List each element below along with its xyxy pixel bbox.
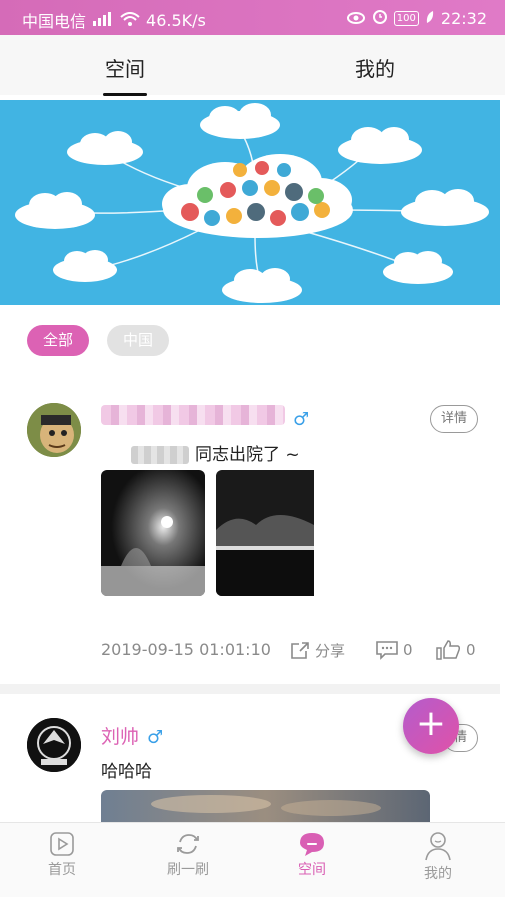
comment-icon: [376, 641, 398, 660]
network-speed: 46.5K/s: [146, 10, 206, 30]
post-content-text: 哈哈哈: [101, 762, 152, 782]
like-count: 0: [466, 641, 476, 659]
shield-logo-avatar: [27, 718, 81, 772]
nav-item-space[interactable]: 空间: [272, 831, 352, 879]
battery-level: 100: [393, 10, 419, 26]
refresh-icon: [177, 834, 199, 854]
filter-chip-all[interactable]: 全部: [27, 325, 90, 356]
detail-button[interactable]: 详情: [429, 405, 478, 433]
cloud-banner[interactable]: [0, 100, 500, 305]
comment-button[interactable]: 0: [375, 640, 413, 660]
filter-chips: 全部 中国: [27, 325, 170, 356]
nav-label-refresh: 刷一刷: [167, 862, 209, 878]
post-user-name[interactable]: ♂: [101, 405, 309, 430]
post-divider: [0, 684, 500, 694]
like-button[interactable]: 0: [436, 640, 476, 660]
share-label: 分享: [315, 642, 346, 660]
thumbs-up-icon: [436, 640, 461, 660]
post-image[interactable]: [101, 790, 430, 824]
user-name: 刘帅: [101, 726, 140, 748]
carrier-name: 中国电信: [22, 12, 87, 31]
nav-item-refresh[interactable]: 刷一刷: [148, 831, 228, 879]
nav-label-home: 首页: [48, 862, 76, 878]
share-icon: [291, 641, 309, 659]
bottom-nav: 首页 刷一刷 空间 我的: [0, 822, 505, 897]
blurred-text: [131, 446, 189, 464]
post-timestamp: 2019-09-15 01:01:10: [101, 640, 271, 659]
status-bar: 中国电信 46.5K/s 100 22:32: [0, 0, 505, 35]
post-content: 同志出院了 ~: [101, 440, 300, 465]
tab-mine[interactable]: 我的: [355, 53, 395, 82]
user-icon: [425, 832, 451, 861]
post-content-text: 同志出院了 ~: [195, 445, 300, 465]
post-image[interactable]: [216, 470, 320, 596]
share-button[interactable]: 分享: [289, 640, 345, 661]
clock-time: 22:32: [440, 8, 487, 28]
user-name-blurred: [101, 405, 285, 425]
nav-item-home[interactable]: 首页: [22, 831, 102, 879]
night-street-photo: [101, 470, 205, 596]
avatar[interactable]: [27, 403, 81, 457]
top-tab-bar: 空间 我的: [0, 35, 505, 96]
male-icon: ♂: [147, 727, 164, 748]
avatar[interactable]: [27, 718, 81, 772]
chat-bubble-icon: [300, 833, 324, 856]
sky-photo: [101, 790, 430, 824]
signal-icon: [92, 11, 114, 30]
nav-label-mine: 我的: [424, 866, 452, 882]
male-icon: ♂: [293, 409, 310, 430]
filter-chip-china[interactable]: 中国: [107, 325, 170, 356]
nav-label-space: 空间: [298, 862, 326, 878]
cloud-network-illustration: [0, 100, 500, 305]
tab-space[interactable]: 空间: [103, 53, 147, 96]
add-post-button[interactable]: +: [403, 698, 459, 754]
post-image[interactable]: [101, 470, 205, 596]
eye-icon: [346, 9, 366, 28]
play-icon: [50, 832, 74, 856]
nav-item-mine[interactable]: 我的: [398, 831, 478, 883]
avatar-image: [27, 403, 81, 457]
leaf-icon: [425, 9, 435, 28]
post-user-name[interactable]: 刘帅 ♂: [101, 722, 163, 749]
comment-count: 0: [403, 641, 413, 659]
alarm-icon: [372, 8, 388, 28]
night-field-photo: [216, 470, 314, 596]
wifi-icon: [120, 11, 140, 30]
